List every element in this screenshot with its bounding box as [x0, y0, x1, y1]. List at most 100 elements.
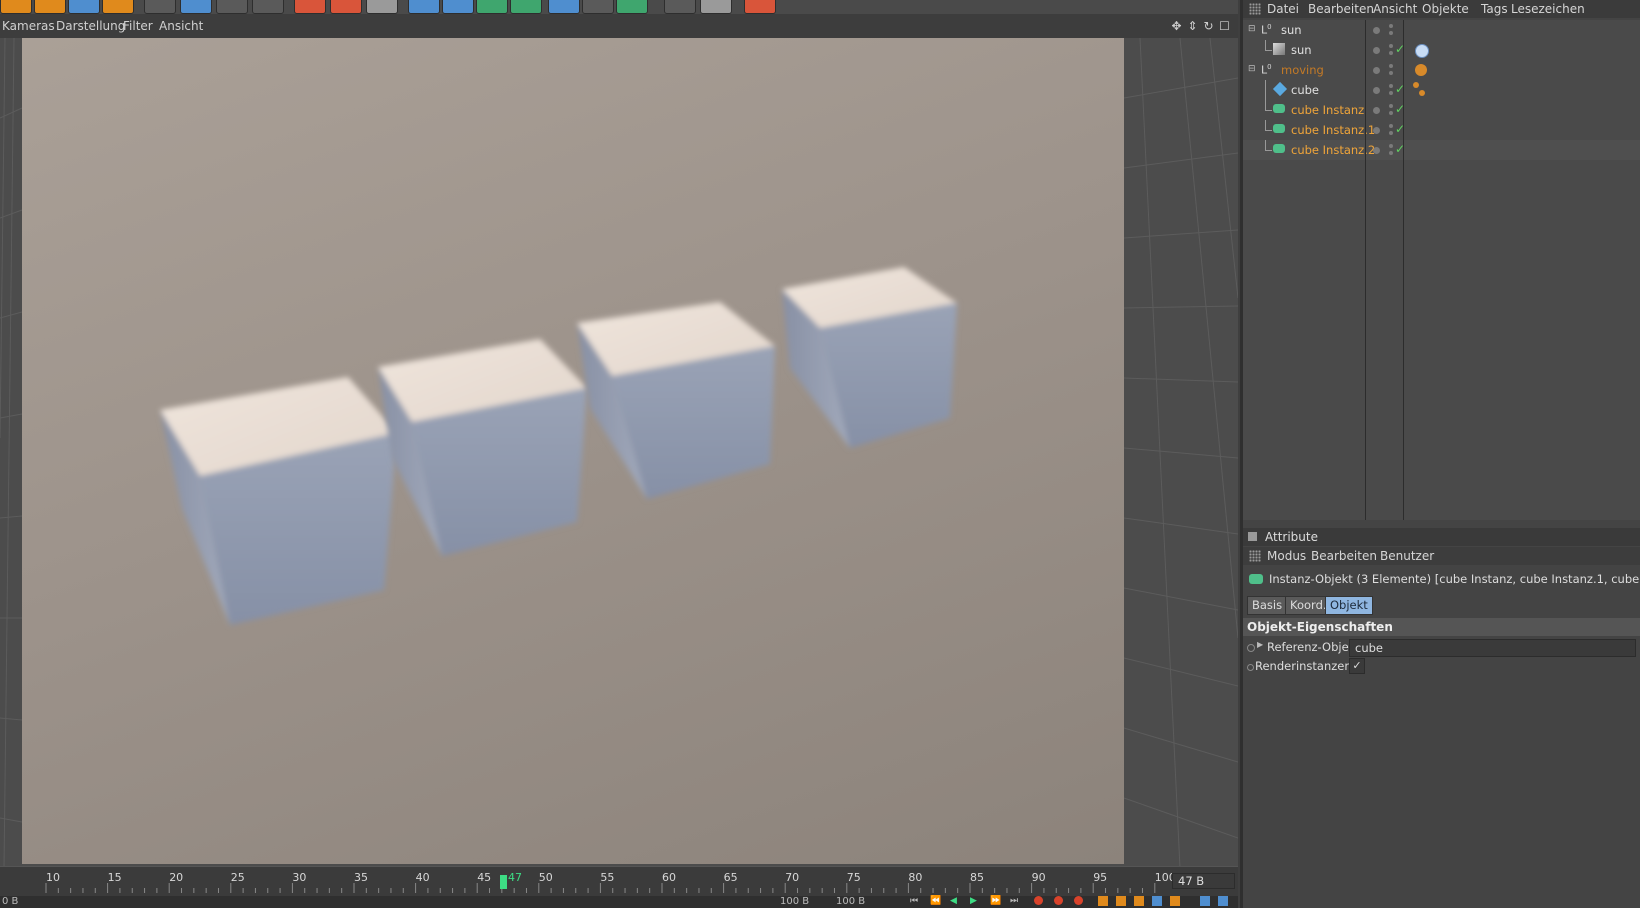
- toolbar-deformer-button[interactable]: [548, 0, 580, 14]
- timeline-options-icon[interactable]: [1200, 896, 1210, 906]
- toolbar-render-settings-button[interactable]: [366, 0, 398, 14]
- editor-dot[interactable]: [1389, 91, 1393, 95]
- visibility-dot[interactable]: [1373, 47, 1380, 54]
- object-row-moving[interactable]: ⊟ L0 moving: [1243, 60, 1640, 80]
- editor-dot[interactable]: [1389, 111, 1393, 115]
- visibility-dot[interactable]: [1373, 87, 1380, 94]
- timeline[interactable]: 10 15 20 25 30 35 40 45 50 55 60 65 70 75 80 85 90 95 100 …: [0, 866, 1238, 897]
- render-dot[interactable]: [1389, 144, 1393, 148]
- scale-key-icon[interactable]: [1116, 896, 1126, 906]
- toolbar-pen-button[interactable]: [442, 0, 474, 14]
- viewport-menu-ansicht[interactable]: Ansicht: [159, 19, 203, 33]
- object-row-sun-null[interactable]: ⊟ L0 sun: [1243, 20, 1640, 40]
- grip-icon[interactable]: [1249, 3, 1261, 15]
- object-row-cube[interactable]: cube ✓: [1243, 80, 1640, 100]
- am-menu-bearbeiten[interactable]: Bearbeiten: [1311, 549, 1377, 563]
- tab-basis[interactable]: Basis: [1247, 596, 1288, 615]
- am-menu-modus[interactable]: Modus: [1267, 549, 1306, 563]
- viewport-pan-icon[interactable]: ✥: [1170, 20, 1183, 33]
- toolbar-live-select-button[interactable]: [68, 0, 100, 14]
- 3d-viewport[interactable]: [0, 38, 1238, 868]
- toolbar-subdivision-button[interactable]: [476, 0, 508, 14]
- play-back-icon[interactable]: ◀: [950, 896, 957, 906]
- render-dot[interactable]: [1389, 124, 1393, 128]
- visibility-dot[interactable]: [1373, 147, 1380, 154]
- light-tag-icon[interactable]: [1415, 44, 1429, 58]
- toolbar-cloner-button[interactable]: [510, 0, 542, 14]
- om-menu-lesezeichen[interactable]: Lesezeichen: [1511, 2, 1585, 16]
- render-dot[interactable]: [1389, 24, 1393, 28]
- editor-dot[interactable]: [1389, 31, 1393, 35]
- object-row-cube-instanz[interactable]: cube Instanz ✓: [1243, 100, 1640, 120]
- toolbar-scene-button[interactable]: [582, 0, 614, 14]
- autokey-icon[interactable]: [1054, 896, 1063, 905]
- object-row-cube-instanz-1[interactable]: cube Instanz.1 ✓: [1243, 120, 1640, 140]
- current-frame-field[interactable]: 47 B: [1172, 873, 1235, 889]
- om-menu-ansicht[interactable]: Ansicht: [1373, 2, 1417, 16]
- keyframe-icon[interactable]: [1074, 896, 1083, 905]
- move-key-icon[interactable]: [1098, 896, 1108, 906]
- editor-dot[interactable]: [1389, 51, 1393, 55]
- render-dot[interactable]: [1389, 104, 1393, 108]
- grip-icon[interactable]: [1249, 550, 1261, 562]
- orange-tag-icon[interactable]: [1415, 64, 1427, 76]
- visibility-dot[interactable]: [1373, 27, 1380, 34]
- viewport-zoom-icon[interactable]: ⇕: [1186, 20, 1199, 33]
- end-frame-field[interactable]: 100 B: [836, 896, 865, 907]
- editor-dot[interactable]: [1389, 151, 1393, 155]
- toolbar-light-button[interactable]: [700, 0, 732, 14]
- play-icon[interactable]: ▶: [970, 896, 977, 906]
- viewport-menu-kameras[interactable]: Kameras: [2, 19, 55, 33]
- animate-dot-icon[interactable]: [1247, 644, 1255, 652]
- toolbar-move-button[interactable]: [144, 0, 176, 14]
- editor-dot[interactable]: [1389, 71, 1393, 75]
- editor-dot[interactable]: [1389, 131, 1393, 135]
- toolbar-scale-button[interactable]: [180, 0, 212, 14]
- om-menu-bearbeiten[interactable]: Bearbeiten: [1308, 2, 1374, 16]
- viewport-rotate-icon[interactable]: ↻: [1202, 20, 1215, 33]
- toolbar-coordinate-button[interactable]: [252, 0, 284, 14]
- timeline-playhead[interactable]: [500, 875, 507, 889]
- toolbar-axis-button[interactable]: [216, 0, 248, 14]
- expand-icon[interactable]: ⊟: [1248, 24, 1256, 34]
- om-menu-datei[interactable]: Datei: [1267, 2, 1299, 16]
- timeline-layout-icon[interactable]: [1218, 896, 1228, 906]
- object-row-cube-instanz-2[interactable]: cube Instanz.2 ✓: [1243, 140, 1640, 160]
- visibility-dot[interactable]: [1373, 67, 1380, 74]
- reference-object-field[interactable]: cube: [1349, 639, 1636, 657]
- timeline-ruler[interactable]: 10 15 20 25 30 35 40 45 50 55 60 65 70 75 80 85 90 95 100: [0, 867, 1238, 897]
- rotate-key-icon[interactable]: [1134, 896, 1144, 906]
- render-instances-checkbox[interactable]: ✓: [1349, 658, 1365, 674]
- om-menu-objekte[interactable]: Objekte: [1422, 2, 1469, 16]
- object-row-sun-light[interactable]: sun ✓: [1243, 40, 1640, 60]
- pla-key-icon[interactable]: [1170, 896, 1180, 906]
- start-frame-field[interactable]: 0 B: [2, 896, 18, 907]
- toolbar-rotate-button[interactable]: [102, 0, 134, 14]
- render-dot[interactable]: [1389, 44, 1393, 48]
- object-manager-list[interactable]: ⊟ L0 sun sun ✓ ⊟ L0 moving cube ✓ cube I…: [1243, 20, 1640, 520]
- toolbar-camera-button[interactable]: [664, 0, 696, 14]
- visibility-dot[interactable]: [1373, 107, 1380, 114]
- next-key-icon[interactable]: ⏩: [990, 896, 1001, 906]
- collapse-arrow-icon[interactable]: ▶: [1257, 640, 1263, 649]
- toolbar-cube-button[interactable]: [408, 0, 440, 14]
- viewport-menu-filter[interactable]: Filter: [123, 19, 153, 33]
- visibility-dot[interactable]: [1373, 127, 1380, 134]
- toolbar-render-view-button[interactable]: [294, 0, 326, 14]
- render-dot[interactable]: [1389, 64, 1393, 68]
- viewport-maximize-icon[interactable]: ☐: [1218, 20, 1231, 33]
- go-start-icon[interactable]: ⏮: [910, 896, 918, 906]
- tab-objekt[interactable]: Objekt: [1325, 596, 1373, 615]
- viewport-menu-darstellung[interactable]: Darstellung: [56, 19, 125, 33]
- toolbar-snap-button[interactable]: [744, 0, 776, 14]
- render-dot[interactable]: [1389, 84, 1393, 88]
- om-menu-tags[interactable]: Tags: [1481, 2, 1508, 16]
- toolbar-undo-button[interactable]: [0, 0, 32, 14]
- toolbar-generator-button[interactable]: [616, 0, 648, 14]
- go-end-icon[interactable]: ⏭: [1010, 896, 1018, 906]
- animate-dot-icon[interactable]: [1247, 664, 1254, 671]
- expand-icon[interactable]: ⊟: [1248, 64, 1256, 74]
- two-dot-tag-icon[interactable]: [1413, 82, 1419, 88]
- param-key-icon[interactable]: [1152, 896, 1162, 906]
- toolbar-redo-button[interactable]: [34, 0, 66, 14]
